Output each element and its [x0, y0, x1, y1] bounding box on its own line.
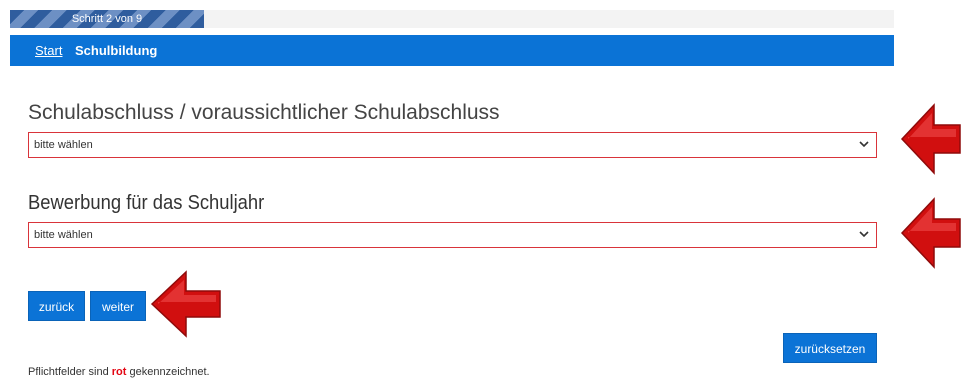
next-button[interactable]: weiter: [90, 291, 146, 321]
red-arrow-icon: [900, 103, 961, 175]
breadcrumb-current: Schulbildung: [75, 43, 158, 58]
red-arrow-icon: [150, 270, 221, 338]
school-degree-label: Schulabschluss / voraussichtlicher Schul…: [28, 101, 500, 124]
progress-bar: Schritt 2 von 9: [10, 10, 894, 28]
school-degree-select[interactable]: bitte wählen: [28, 132, 877, 158]
required-note-highlight: rot: [111, 366, 127, 378]
reset-button[interactable]: zurücksetzen: [783, 333, 877, 363]
school-degree-value: bitte wählen: [34, 139, 93, 151]
red-arrow-icon: [900, 197, 961, 269]
required-fields-note: Pflichtfelder sind rot gekennzeichnet.: [28, 366, 210, 378]
school-year-value: bitte wählen: [34, 229, 93, 241]
back-button[interactable]: zurück: [28, 291, 85, 321]
chevron-down-icon: [859, 137, 869, 154]
school-year-select[interactable]: bitte wählen: [28, 222, 877, 248]
breadcrumb: Start Schulbildung: [10, 35, 894, 66]
required-note-after: gekennzeichnet.: [126, 366, 210, 378]
required-note-before: Pflichtfelder sind: [28, 366, 112, 378]
progress-label: Schritt 2 von 9: [71, 13, 143, 25]
chevron-down-icon: [859, 227, 869, 244]
school-year-label: Bewerbung für das Schuljahr: [28, 192, 265, 214]
breadcrumb-start-link[interactable]: Start: [35, 43, 62, 58]
